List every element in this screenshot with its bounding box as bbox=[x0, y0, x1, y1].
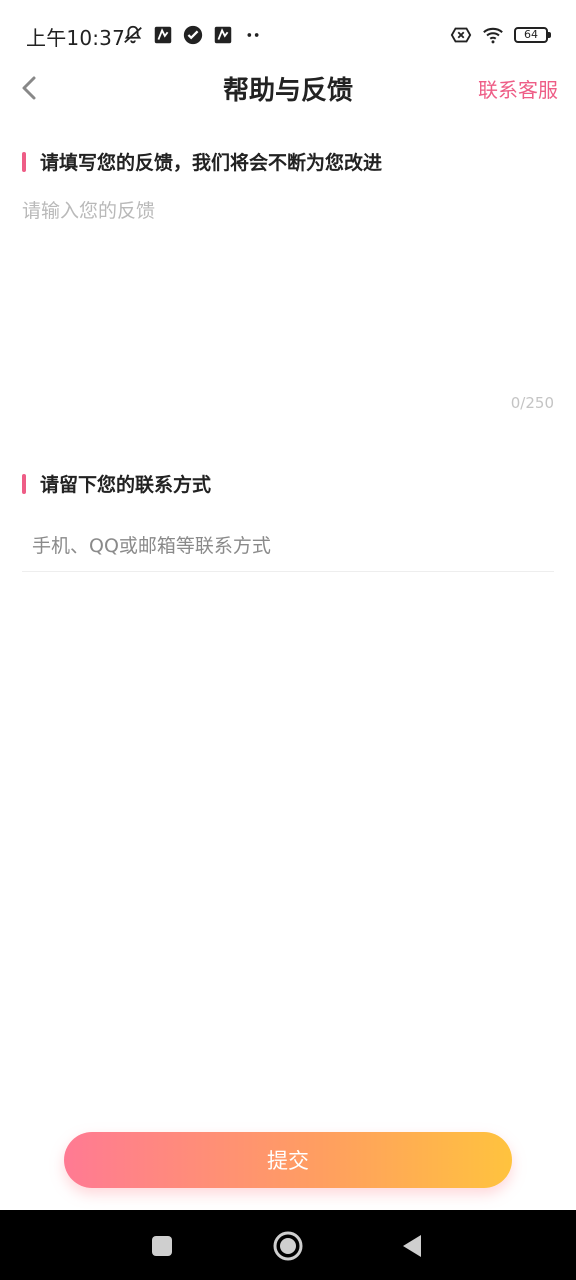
system-back-button[interactable] bbox=[392, 1226, 432, 1266]
battery-icon: 64 bbox=[514, 27, 551, 43]
feedback-section-title: 请填写您的反馈，我们将会不断为您改进 bbox=[40, 152, 383, 174]
char-count: 0/250 bbox=[510, 394, 554, 412]
contact-section-title: 请留下您的联系方式 bbox=[40, 474, 212, 496]
section-accent-bar bbox=[22, 473, 26, 494]
feedback-textarea[interactable] bbox=[22, 196, 554, 386]
sim-x-icon bbox=[450, 27, 472, 43]
contact-input[interactable] bbox=[22, 520, 554, 572]
system-nav-bar bbox=[0, 1210, 576, 1280]
help-feedback-page: 上午10:37 64 帮助与反馈 联系客服 请填写您的反馈，我们将会不断为您改进… bbox=[0, 0, 576, 1280]
wifi-icon bbox=[483, 27, 503, 44]
feedback-section-header: 请填写您的反馈，我们将会不断为您改进 bbox=[22, 148, 382, 175]
submit-button[interactable]: 提交 bbox=[64, 1132, 512, 1188]
check-circle-icon bbox=[183, 25, 203, 45]
contact-service-link[interactable]: 联系客服 bbox=[478, 74, 558, 103]
recent-apps-button[interactable] bbox=[142, 1226, 182, 1266]
app-notify-icon bbox=[214, 26, 232, 44]
notification-muted-icon bbox=[124, 25, 142, 44]
contact-section-header: 请留下您的联系方式 bbox=[22, 470, 211, 497]
status-time: 上午10:37 bbox=[26, 26, 126, 50]
section-accent-bar bbox=[22, 151, 26, 172]
more-dots-icon bbox=[247, 33, 259, 37]
back-triangle-icon bbox=[403, 1235, 421, 1257]
status-icons-right: 64 bbox=[450, 24, 551, 46]
app-notify-icon bbox=[154, 26, 172, 44]
home-button[interactable] bbox=[268, 1226, 308, 1266]
nav-bar: 帮助与反馈 联系客服 bbox=[0, 60, 576, 116]
recent-apps-icon bbox=[152, 1236, 172, 1256]
status-icons-left bbox=[122, 24, 264, 46]
home-icon bbox=[273, 1231, 303, 1261]
